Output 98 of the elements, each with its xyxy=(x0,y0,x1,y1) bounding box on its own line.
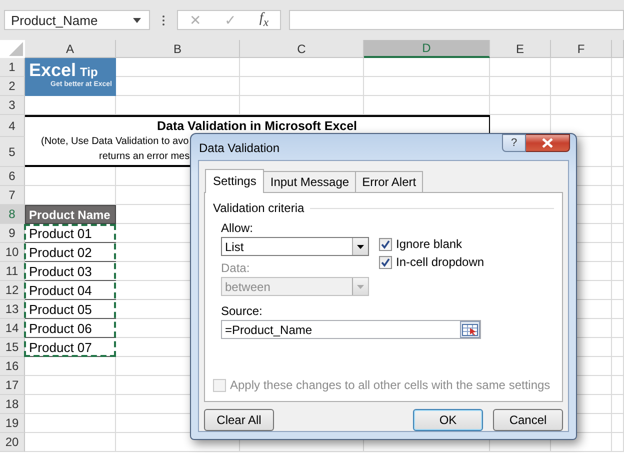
checkbox[interactable] xyxy=(379,238,392,250)
sheet-cell[interactable] xyxy=(612,205,624,224)
sheet-cell[interactable] xyxy=(364,58,490,77)
row-header[interactable]: 2 xyxy=(0,77,25,96)
group-title: Validation criteria xyxy=(213,201,304,215)
table-header-cell: Product Name xyxy=(25,205,116,224)
sheet-cell[interactable] xyxy=(25,433,116,452)
sheet-cell[interactable] xyxy=(612,414,624,433)
sheet-cell[interactable] xyxy=(240,77,364,96)
table-cell: Product 03 xyxy=(25,262,116,281)
table-cell: Product 05 xyxy=(25,300,116,319)
column-header[interactable]: F xyxy=(551,40,612,58)
row-header[interactable]: 15 xyxy=(0,338,25,357)
row-header[interactable]: 14 xyxy=(0,319,25,338)
row-header[interactable]: 6 xyxy=(0,167,25,186)
sheet-cell[interactable] xyxy=(612,77,624,96)
dialog-button[interactable]: Clear All xyxy=(204,409,274,431)
row-header[interactable]: 8 xyxy=(0,205,25,224)
row-header[interactable]: 13 xyxy=(0,300,25,319)
sheet-cell[interactable] xyxy=(612,433,624,452)
dialog-tab[interactable]: Settings xyxy=(205,169,264,193)
row-header[interactable]: 16 xyxy=(0,357,25,376)
row-header[interactable]: 17 xyxy=(0,376,25,395)
sheet-cell[interactable] xyxy=(612,167,624,186)
row-header[interactable]: 5 xyxy=(0,137,25,167)
insert-function-button[interactable]: f$_{x}$ xyxy=(259,12,268,28)
row-header[interactable]: 19 xyxy=(0,414,25,433)
sheet-heading: Data Validation in Microsoft Excel xyxy=(156,119,358,133)
column-header[interactable]: E xyxy=(490,40,551,58)
close-icon xyxy=(542,138,553,148)
sheet-cell[interactable] xyxy=(25,395,116,414)
sheet-cell[interactable] xyxy=(612,357,624,376)
sheet-cell[interactable] xyxy=(612,395,624,414)
select-all-icon[interactable] xyxy=(9,42,23,56)
allow-dropdown[interactable]: List xyxy=(221,237,369,256)
dialog-tab[interactable]: Error Alert xyxy=(355,171,424,192)
sheet-cell[interactable] xyxy=(612,319,624,338)
note-text: (Note, Use Data Validation to avo xyxy=(40,135,189,148)
row-header[interactable]: 1 xyxy=(0,58,25,77)
sheet-cell[interactable] xyxy=(490,77,551,96)
caret-icon xyxy=(133,18,141,22)
row-header[interactable]: 10 xyxy=(0,243,25,262)
sheet-cell[interactable] xyxy=(612,243,624,262)
row-header[interactable]: 12 xyxy=(0,281,25,300)
checkbox-label[interactable]: Ignore blank xyxy=(396,237,462,251)
column-header[interactable]: B xyxy=(116,40,240,58)
close-button[interactable] xyxy=(526,134,570,152)
row-header[interactable]: 20 xyxy=(0,433,25,452)
sheet-cell[interactable] xyxy=(551,96,612,115)
column-header[interactable] xyxy=(612,40,624,58)
sheet-cell[interactable] xyxy=(490,96,551,115)
sheet-cell[interactable] xyxy=(612,281,624,300)
row-header[interactable]: 4 xyxy=(0,115,25,137)
table-cell: Product 04 xyxy=(25,281,116,300)
row-header[interactable]: 3 xyxy=(0,96,25,115)
sheet-cell[interactable] xyxy=(25,376,116,395)
row-header[interactable]: 7 xyxy=(0,186,25,205)
source-field[interactable]: =Product_Name xyxy=(221,320,481,339)
sheet-cell[interactable] xyxy=(612,338,624,357)
sheet-cell[interactable] xyxy=(612,300,624,319)
sheet-cell[interactable] xyxy=(612,186,624,205)
allow-label: Allow: xyxy=(221,221,254,235)
sheet-cell[interactable] xyxy=(364,77,490,96)
row-header[interactable]: 18 xyxy=(0,395,25,414)
checkbox-label[interactable]: In-cell dropdown xyxy=(396,255,484,269)
checkbox[interactable] xyxy=(379,256,392,268)
sheet-cell[interactable] xyxy=(612,58,624,77)
sheet-cell[interactable] xyxy=(612,115,624,137)
note-text: returns an error mes xyxy=(98,150,190,163)
dialog-button[interactable]: Cancel xyxy=(493,409,563,431)
column-header[interactable]: A xyxy=(25,40,116,58)
more-icon[interactable] xyxy=(162,14,165,26)
sheet-cell[interactable] xyxy=(612,137,624,167)
range-picker-icon xyxy=(462,324,478,336)
row-header[interactable]: 11 xyxy=(0,262,25,281)
sheet-cell[interactable] xyxy=(612,96,624,115)
source-label: Source: xyxy=(221,304,262,318)
sheet-cell[interactable] xyxy=(490,58,551,77)
range-picker-button[interactable] xyxy=(460,321,480,338)
column-header[interactable]: C xyxy=(240,40,364,58)
sheet-cell[interactable] xyxy=(240,58,364,77)
sheet-cell[interactable] xyxy=(25,414,116,433)
name-box[interactable]: Product_Name xyxy=(4,10,150,30)
sheet-cell[interactable] xyxy=(551,77,612,96)
sheet-cell[interactable] xyxy=(612,376,624,395)
table-cell: Product 02 xyxy=(25,243,116,262)
caret-icon xyxy=(357,284,364,288)
sheet-cell[interactable] xyxy=(612,262,624,281)
row-header[interactable]: 9 xyxy=(0,224,25,243)
data-label: Data: xyxy=(221,261,250,275)
caret-icon xyxy=(357,244,364,248)
table-cell: Product 06 xyxy=(25,319,116,338)
dialog-title: Data Validation xyxy=(199,141,280,155)
dialog-button[interactable]: OK xyxy=(413,409,483,431)
formula-field[interactable] xyxy=(289,10,624,30)
help-button[interactable]: ? xyxy=(502,134,526,152)
sheet-cell[interactable] xyxy=(551,58,612,77)
sheet-cell[interactable] xyxy=(612,224,624,243)
